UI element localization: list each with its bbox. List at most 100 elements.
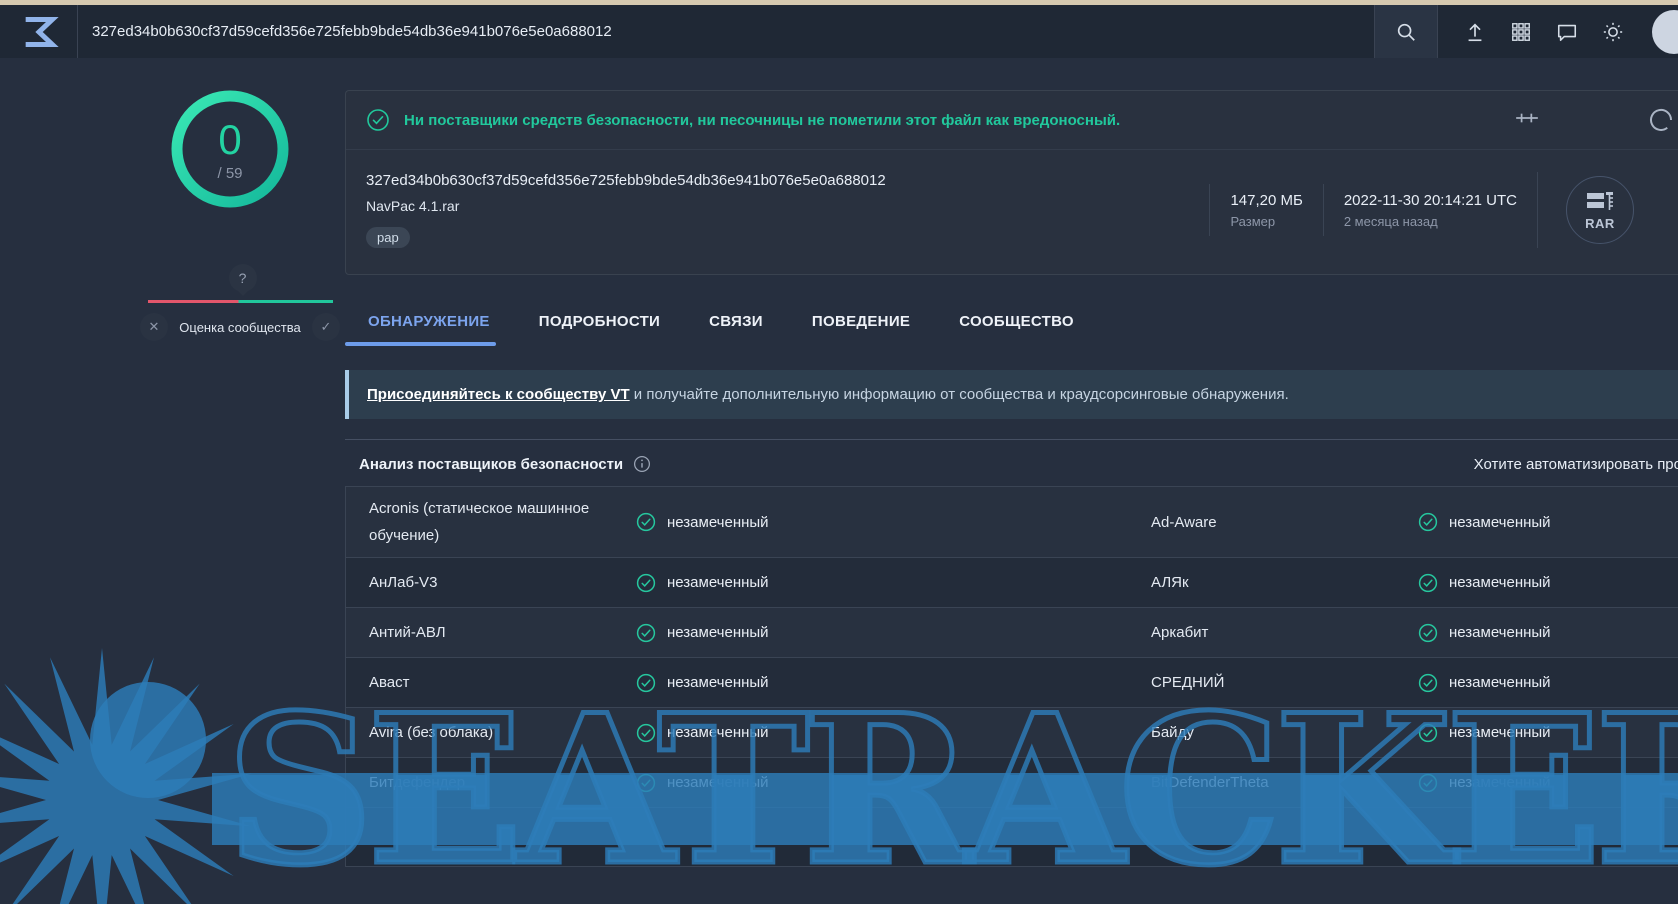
vendor-status: незамеченный	[636, 573, 1151, 593]
vendor-name: Avira (без облака)	[369, 711, 636, 754]
community-vote-row: ✕ Оценка сообщества ✓	[140, 313, 340, 341]
vendor-status: незамеченный	[636, 673, 1151, 693]
vendor-name: АЛЯк	[1151, 561, 1418, 604]
vendor-name: СРЕДНИЙ	[1151, 661, 1418, 704]
status-text: незамеченный	[1449, 574, 1551, 591]
vendor-status: незамеченный	[1418, 773, 1678, 793]
join-community-banner: Присоединяйтесь к сообществу VT и получа…	[345, 370, 1678, 419]
table-row-partial	[346, 807, 1678, 866]
join-community-text: и получайте дополнительную информацию от…	[630, 386, 1289, 403]
status-text: незамеченный	[1449, 774, 1551, 791]
file-size-block: 147,20 МБ Размер	[1209, 184, 1322, 236]
table-row: БитдефендернезамеченныйBitDefenderThetaн…	[346, 757, 1678, 807]
topbar	[0, 5, 1678, 58]
status-text: незамеченный	[667, 624, 769, 641]
main-content: 0 / 59 ? ✕ Оценка сообщества ✓ Ни постав…	[0, 58, 1678, 867]
vote-up-button[interactable]: ✓	[312, 313, 340, 341]
plug-icon[interactable]	[1514, 105, 1540, 131]
undetected-check-icon	[636, 723, 656, 743]
upload-icon	[1464, 21, 1486, 43]
verdict-message: Ни поставщики средств безопасности, ни п…	[404, 112, 1120, 129]
virustotal-logo[interactable]	[0, 5, 78, 58]
file-date-value: 2022-11-30 20:14:21 UTC	[1344, 192, 1517, 209]
automate-checks-link[interactable]: Хотите автоматизировать про	[1474, 456, 1678, 473]
community-score-gauge	[148, 300, 333, 303]
status-text: незамеченный	[667, 724, 769, 741]
file-type-badge: RAR	[1585, 216, 1615, 231]
file-date-ago: 2 месяца назад	[1344, 214, 1517, 229]
vendor-name: Байду	[1151, 711, 1418, 754]
vendor-status: незамеченный	[1418, 673, 1678, 693]
file-name: NavPac 4.1.rar	[366, 198, 1209, 214]
theme-toggle-button[interactable]	[1590, 5, 1636, 58]
vendor-name: Аркабит	[1151, 611, 1418, 654]
file-size-label: Размер	[1230, 214, 1302, 229]
search-icon	[1395, 21, 1417, 43]
vendor-status: незамеченный	[1418, 512, 1678, 532]
community-score-pin: ?	[229, 264, 257, 292]
table-row: Антий-АВЛнезамеченныйАркабитнезамеченный	[346, 607, 1678, 657]
status-text: незамеченный	[667, 514, 769, 531]
undetected-check-icon	[636, 623, 656, 643]
tab-detection[interactable]: ОБНАРУЖЕНИЕ	[368, 313, 490, 346]
vendor-status: незамеченный	[636, 723, 1151, 743]
apps-grid-icon	[1510, 21, 1532, 43]
detections-count: 0	[218, 119, 241, 161]
status-text: незамеченный	[667, 674, 769, 691]
vote-down-button[interactable]: ✕	[140, 313, 168, 341]
comment-icon	[1556, 21, 1578, 43]
vendor-status: незамеченный	[1418, 573, 1678, 593]
table-row: Avira (без облака) незамеченный Байду незам…	[346, 707, 1678, 757]
file-tag-rar[interactable]: рар	[366, 227, 410, 248]
undetected-check-icon	[636, 773, 656, 793]
table-row: Acronis (статическое машинное обучение)н…	[346, 487, 1678, 557]
score-widget: 0 / 59 ? ✕ Оценка сообщества ✓	[140, 90, 345, 867]
undetected-check-icon	[1418, 623, 1438, 643]
analysis-title: Анализ поставщиков безопасности	[359, 456, 623, 473]
status-text: незамеченный	[1449, 674, 1551, 691]
reanalyze-icon[interactable]	[1646, 105, 1676, 135]
vendor-status: незамеченный	[1418, 623, 1678, 643]
undetected-check-icon	[636, 673, 656, 693]
tab-relations[interactable]: СВЯЗИ	[709, 313, 763, 346]
archive-glyph-icon	[1585, 190, 1615, 214]
undetected-check-icon	[1418, 723, 1438, 743]
tab-behavior[interactable]: ПОВЕДЕНИЕ	[812, 313, 910, 346]
community-score-label: Оценка сообщества	[179, 320, 300, 335]
avatar[interactable]	[1652, 10, 1678, 54]
virustotal-logo-icon	[19, 12, 59, 52]
tab-community[interactable]: СООБЩЕСТВО	[959, 313, 1074, 346]
undetected-check-icon	[1418, 573, 1438, 593]
table-row: Аваст незамеченный СРЕДНИЙ незамеченный	[346, 657, 1678, 707]
join-community-link[interactable]: Присоединяйтесь к сообществу VT	[367, 386, 630, 403]
status-text: незамеченный	[1449, 724, 1551, 741]
undetected-check-icon	[1418, 773, 1438, 793]
info-icon[interactable]	[633, 455, 651, 473]
undetected-check-icon	[1418, 512, 1438, 532]
table-row: АнЛаб-V3 незамеченный АЛЯк незамеченный	[346, 557, 1678, 607]
search-input[interactable]	[78, 23, 1374, 40]
clean-check-icon	[366, 108, 390, 132]
file-summary-card: Ни поставщики средств безопасности, ни п…	[345, 90, 1678, 275]
status-text: незамеченный	[667, 574, 769, 591]
file-date-block: 2022-11-30 20:14:21 UTC 2 месяца назад	[1323, 184, 1537, 236]
feedback-button[interactable]	[1544, 5, 1590, 58]
search-button[interactable]	[1374, 5, 1438, 58]
vendor-name: Ad-Aware	[1151, 501, 1418, 544]
sun-icon	[1602, 21, 1624, 43]
verdict-banner: Ни поставщики средств безопасности, ни п…	[346, 91, 1678, 150]
detections-total: / 59	[217, 165, 242, 182]
undetected-check-icon	[1418, 673, 1438, 693]
topbar-icons	[1374, 5, 1678, 58]
vendor-status: незамеченный	[636, 512, 1151, 532]
file-hash[interactable]: 327ed34b0b630cf37d59cefd356e725febb9bde5…	[366, 172, 1209, 189]
upload-button[interactable]	[1452, 5, 1498, 58]
tab-bar: ОБНАРУЖЕНИЕ ПОДРОБНОСТИ СВЯЗИ ПОВЕДЕНИЕ СООБ…	[345, 313, 1678, 346]
vendor-status: незамеченный	[1418, 723, 1678, 743]
vendor-analysis-table: Acronis (статическое машинное обучение)н…	[345, 486, 1678, 867]
tab-details[interactable]: ПОДРОБНОСТИ	[539, 313, 660, 346]
vendor-name: Аваст	[369, 661, 636, 704]
apps-menu-button[interactable]	[1498, 5, 1544, 58]
vendor-name: АнЛаб-V3	[369, 561, 636, 604]
vendor-status: незамеченный	[636, 773, 1151, 793]
